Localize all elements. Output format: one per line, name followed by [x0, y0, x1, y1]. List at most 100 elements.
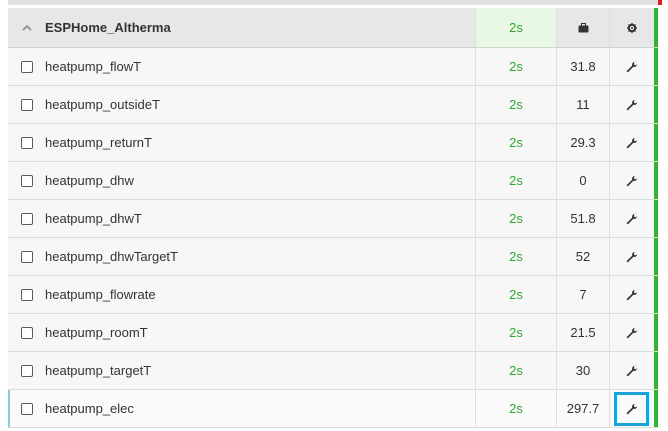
row-select[interactable] [8, 48, 45, 85]
row-select[interactable] [8, 276, 45, 313]
state-value: 31.8 [556, 48, 609, 85]
state-value: 29.3 [556, 124, 609, 161]
wrench-icon[interactable] [626, 61, 638, 73]
state-name: heatpump_dhw [45, 173, 134, 188]
device-table: ESPHome_Altherma 2s heatpump_flowT 2s 31.8… [8, 8, 658, 428]
row-select[interactable] [8, 86, 45, 123]
row-checkbox[interactable] [20, 250, 33, 263]
state-age: 2s [475, 86, 556, 123]
row-checkbox[interactable] [20, 402, 33, 415]
focus-highlight [614, 392, 649, 426]
state-value: 7 [556, 276, 609, 313]
state-value: 297.7 [556, 390, 609, 427]
state-value: 21.5 [556, 314, 609, 351]
row-checkbox[interactable] [20, 326, 33, 339]
status-bar [654, 200, 658, 237]
state-row[interactable]: heatpump_dhwTargetT 2s 52 [8, 238, 658, 276]
row-select[interactable] [8, 352, 45, 389]
row-checkbox[interactable] [20, 174, 33, 187]
status-bar [654, 238, 658, 275]
state-rows: heatpump_flowT 2s 31.8 heatpump_outsideT 2s 1… [8, 48, 658, 428]
state-name: heatpump_outsideT [45, 97, 160, 112]
state-name: heatpump_dhwTargetT [45, 249, 178, 264]
wrench-icon[interactable] [626, 99, 638, 111]
edit-action[interactable] [609, 124, 654, 161]
state-name: heatpump_roomT [45, 325, 148, 340]
settings-header[interactable] [609, 8, 654, 47]
status-bar [654, 352, 658, 389]
wrench-icon[interactable] [626, 289, 638, 301]
wrench-icon[interactable] [626, 213, 638, 225]
device-age: 2s [475, 8, 556, 47]
value-header [556, 8, 609, 47]
briefcase-icon [578, 22, 589, 33]
state-row[interactable]: heatpump_flowT 2s 31.8 [8, 48, 658, 86]
status-bar [654, 8, 658, 47]
row-select[interactable] [8, 124, 45, 161]
state-value: 0 [556, 162, 609, 199]
edit-action[interactable] [609, 314, 654, 351]
state-name: heatpump_targetT [45, 363, 152, 378]
wrench-icon[interactable] [626, 175, 638, 187]
state-age: 2s [475, 124, 556, 161]
row-select[interactable] [8, 314, 45, 351]
edit-action[interactable] [609, 390, 654, 427]
device-header-row[interactable]: ESPHome_Altherma 2s [8, 8, 658, 48]
state-value: 52 [556, 238, 609, 275]
row-checkbox[interactable] [20, 98, 33, 111]
edit-action[interactable] [609, 162, 654, 199]
status-bar [654, 162, 658, 199]
state-value: 51.8 [556, 200, 609, 237]
state-row[interactable]: heatpump_roomT 2s 21.5 [8, 314, 658, 352]
chevron-up-icon[interactable] [21, 24, 32, 31]
state-row[interactable]: heatpump_returnT 2s 29.3 [8, 124, 658, 162]
edit-action[interactable] [609, 276, 654, 313]
row-checkbox[interactable] [20, 136, 33, 149]
state-age: 2s [475, 238, 556, 275]
row-checkbox[interactable] [20, 364, 33, 377]
status-bar [654, 390, 658, 427]
wrench-icon[interactable] [626, 327, 638, 339]
state-age: 2s [475, 314, 556, 351]
edit-action[interactable] [609, 48, 654, 85]
state-row[interactable]: heatpump_elec 2s 297.7 [8, 390, 658, 428]
status-bar [654, 276, 658, 313]
gear-icon[interactable] [627, 22, 637, 33]
edit-action[interactable] [609, 200, 654, 237]
status-bar [654, 314, 658, 351]
collapse-toggle[interactable] [8, 8, 45, 47]
state-name: heatpump_flowrate [45, 287, 156, 302]
wrench-icon[interactable] [626, 365, 638, 377]
state-name: heatpump_flowT [45, 59, 142, 74]
edit-action[interactable] [609, 238, 654, 275]
state-row[interactable]: heatpump_outsideT 2s 11 [8, 86, 658, 124]
state-row[interactable]: heatpump_dhwT 2s 51.8 [8, 200, 658, 238]
row-checkbox[interactable] [20, 288, 33, 301]
row-select[interactable] [8, 238, 45, 275]
row-select[interactable] [8, 200, 45, 237]
state-age: 2s [475, 48, 556, 85]
status-bar [654, 86, 658, 123]
alert-indicator [658, 0, 662, 5]
wrench-icon[interactable] [626, 251, 638, 263]
state-row[interactable]: heatpump_targetT 2s 30 [8, 352, 658, 390]
state-row[interactable]: heatpump_flowrate 2s 7 [8, 276, 658, 314]
row-checkbox[interactable] [20, 212, 33, 225]
top-divider [8, 0, 658, 5]
edit-action[interactable] [609, 352, 654, 389]
row-select[interactable] [8, 162, 45, 199]
state-name: heatpump_returnT [45, 135, 152, 150]
state-value: 30 [556, 352, 609, 389]
status-bar [654, 124, 658, 161]
state-age: 2s [475, 390, 556, 427]
row-select[interactable] [8, 390, 45, 427]
edit-action[interactable] [609, 86, 654, 123]
state-age: 2s [475, 200, 556, 237]
wrench-icon[interactable] [626, 137, 638, 149]
state-age: 2s [475, 352, 556, 389]
state-name: heatpump_elec [45, 401, 134, 416]
state-value: 11 [556, 86, 609, 123]
status-bar [654, 48, 658, 85]
state-row[interactable]: heatpump_dhw 2s 0 [8, 162, 658, 200]
row-checkbox[interactable] [20, 60, 33, 73]
